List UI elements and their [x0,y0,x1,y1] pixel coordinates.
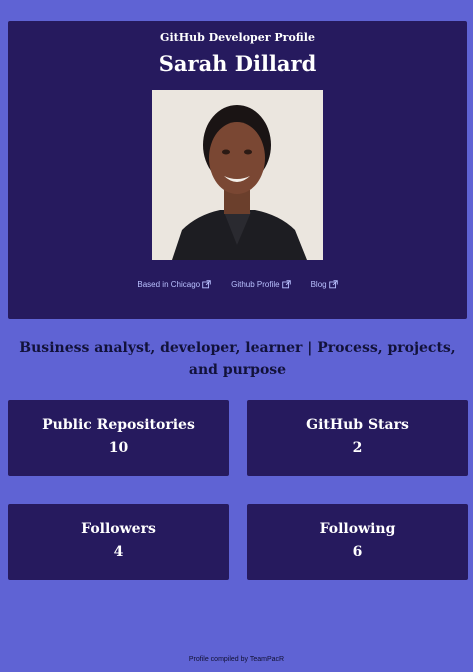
stat-card-github-stars: GitHub Stars 2 [247,400,468,476]
stat-label: Public Repositories [42,417,195,433]
profile-name: Sarah Dillard [158,51,317,76]
stat-value: 6 [352,544,363,560]
stat-value: 2 [352,440,363,456]
stat-value: 4 [113,544,124,560]
external-link-icon [281,280,291,289]
github-profile-link-label: Github Profile [231,280,280,289]
stat-value: 10 [108,440,129,456]
stat-card-followers: Followers 4 [8,504,229,580]
stat-label: Followers [81,521,156,537]
profile-links: Based in Chicago Github Profile Blog [8,280,467,289]
location-link-label: Based in Chicago [137,280,201,289]
github-profile-link[interactable]: Github Profile [231,280,291,289]
profile-subtitle: GitHub Developer Profile [160,31,315,44]
profile-header-card: GitHub Developer Profile Sarah Dillard B… [8,21,467,319]
stat-label: Following [319,521,396,537]
profile-photo [152,90,323,260]
stat-card-public-repositories: Public Repositories 10 [8,400,229,476]
footer-credit: Profile compiled by TeamPacR [188,656,285,663]
location-link[interactable]: Based in Chicago [137,280,211,289]
profile-bio: Business analyst, developer, learner | P… [19,340,456,378]
blog-link[interactable]: Blog [311,280,338,289]
stat-label: GitHub Stars [306,417,409,433]
external-link-icon [202,280,211,289]
external-link-icon [328,280,338,289]
blog-link-label: Blog [310,280,327,289]
stat-card-following: Following 6 [247,504,468,580]
